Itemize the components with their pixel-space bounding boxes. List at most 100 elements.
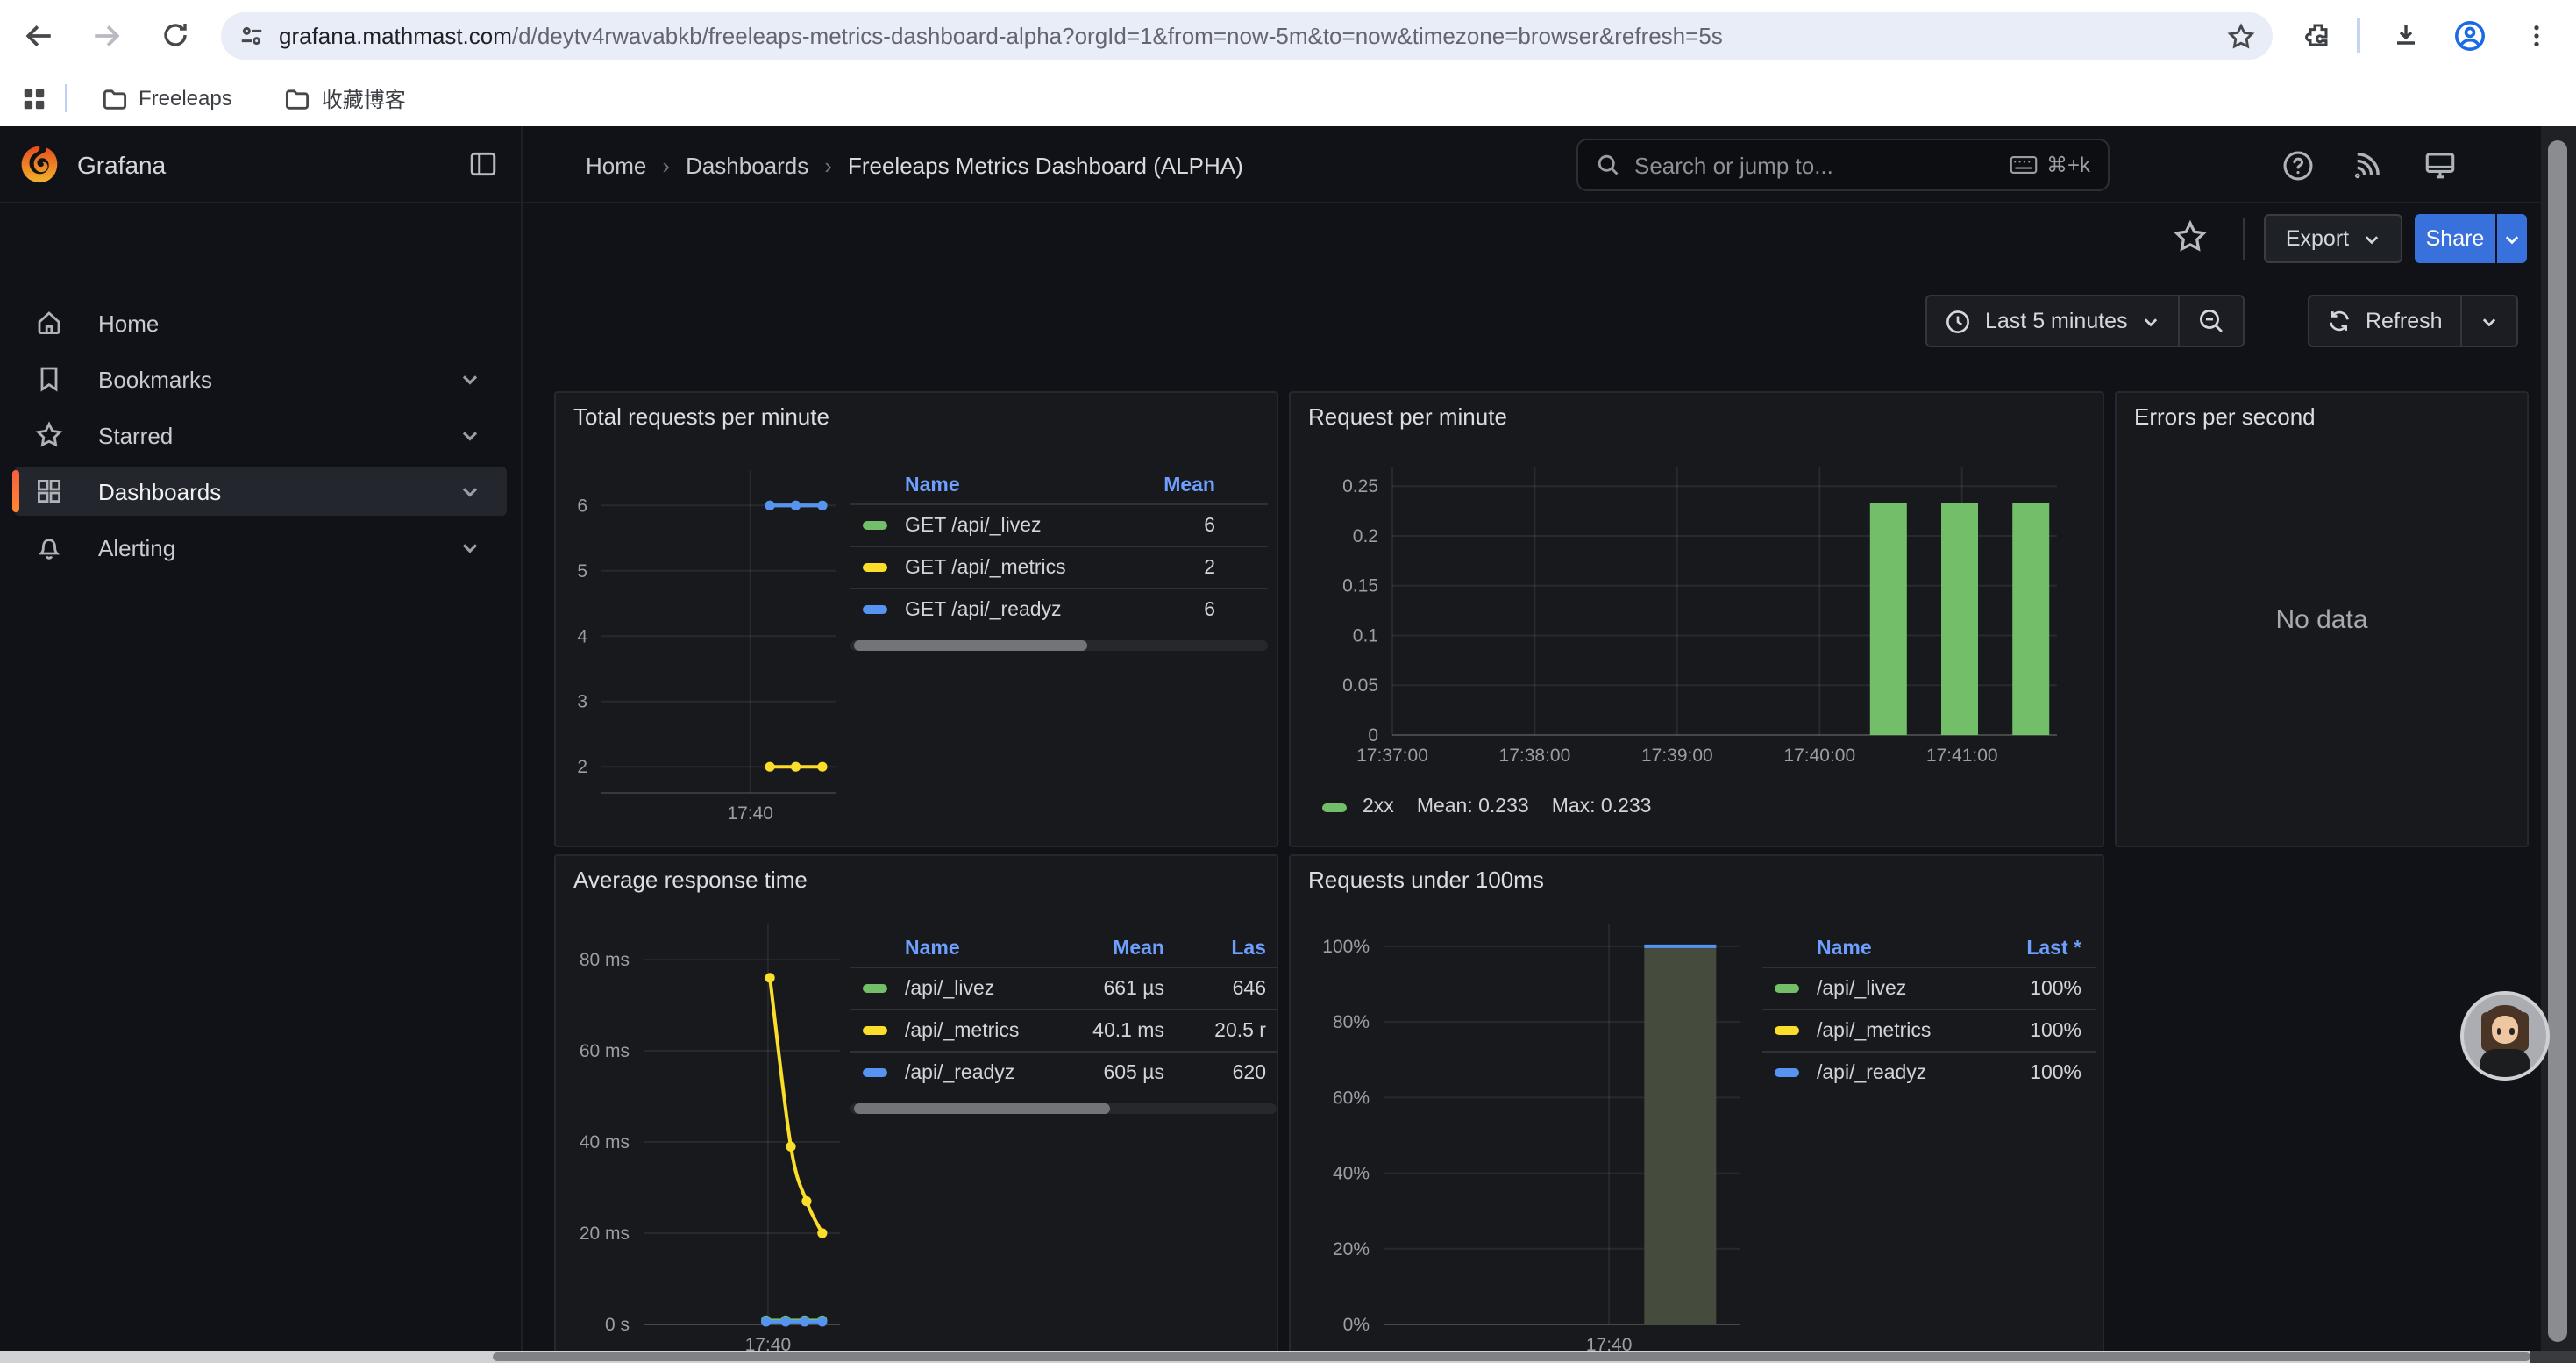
menu-kebab-icon[interactable] — [2515, 14, 2557, 56]
chevron-down-icon[interactable] — [458, 535, 482, 560]
dock-menu-icon[interactable] — [468, 149, 498, 179]
legend-scrollbar-thumb[interactable] — [854, 1103, 1110, 1114]
sidebar-item-home[interactable]: Home — [14, 298, 507, 347]
chevron-down-icon — [2502, 229, 2522, 248]
legend-series-pill — [863, 1026, 887, 1035]
bookmark-star-icon[interactable] — [2227, 22, 2255, 50]
legend-row[interactable]: /api/_livez661 µs646 — [850, 967, 1277, 1009]
share-menu-caret[interactable] — [2497, 214, 2527, 263]
legend-series-name[interactable]: /api/_metrics — [1817, 1020, 1973, 1041]
legend-col-mean[interactable]: Mean — [1110, 475, 1215, 496]
dashboard-actions-row: Export Share — [523, 203, 2576, 274]
sidebar-item-alerting[interactable]: Alerting — [14, 523, 507, 572]
time-range-picker[interactable]: Last 5 minutes — [1927, 296, 2179, 346]
legend-row[interactable]: /api/_readyz100% — [1762, 1051, 2096, 1093]
legend-series-name[interactable]: /api/_livez — [905, 978, 1078, 999]
svg-text:0: 0 — [1368, 725, 1378, 746]
favorite-star-icon[interactable] — [2173, 219, 2211, 258]
legend-series-name[interactable]: GET /api/_readyz — [905, 599, 1110, 620]
grafana-logo-icon[interactable] — [19, 144, 60, 184]
legend-series-name[interactable]: /api/_livez — [1817, 978, 1973, 999]
svg-text:20%: 20% — [1333, 1239, 1370, 1260]
bookmark-folder-blogs[interactable]: 收藏博客 — [271, 78, 420, 118]
legend-value: 661 µs — [1078, 978, 1164, 999]
legend-scrollbar-thumb[interactable] — [854, 640, 1087, 651]
legend-series-pill — [1775, 984, 1799, 993]
breadcrumb-home[interactable]: Home — [586, 152, 646, 178]
svg-text:60%: 60% — [1333, 1088, 1370, 1108]
legend-col-mean[interactable]: Mean — [1078, 938, 1164, 959]
legend-scrollbar-track[interactable] — [850, 1103, 1277, 1114]
news-rss-icon[interactable] — [2348, 146, 2387, 184]
forward-icon[interactable] — [84, 14, 126, 56]
search-input[interactable]: Search or jump to... ⌘+k — [1576, 139, 2110, 191]
floating-avatar[interactable] — [2460, 991, 2550, 1081]
brand-name[interactable]: Grafana — [77, 150, 468, 178]
legend-col-last[interactable]: Last * — [1973, 938, 2081, 959]
legend-scrollbar-track[interactable] — [850, 640, 1268, 651]
legend-header: NameMeanLas — [850, 930, 1277, 967]
reload-icon[interactable] — [154, 14, 196, 56]
legend-col-name[interactable]: Name — [1817, 938, 1973, 959]
svg-text:17:37:00: 17:37:00 — [1356, 746, 1428, 766]
request-per-minute-chart-canvas[interactable]: 00.050.10.150.20.2517:37:0017:38:0017:39… — [1291, 393, 2103, 846]
legend-series-name[interactable]: /api/_readyz — [1817, 1062, 1973, 1083]
sidebar-item-bookmarks[interactable]: Bookmarks — [14, 354, 507, 403]
bookmark-icon — [35, 365, 63, 393]
legend-value: 6 — [1110, 599, 1215, 620]
refresh-interval-caret[interactable] — [2462, 296, 2516, 346]
legend-col-name[interactable]: Name — [905, 938, 1078, 959]
share-button[interactable]: Share — [2415, 214, 2495, 263]
chart-svg: 00.050.10.150.20.2517:37:0017:38:0017:39… — [1291, 393, 2103, 846]
legend-col-name[interactable]: Name — [905, 475, 1110, 496]
chevron-down-icon[interactable] — [458, 423, 482, 447]
legend-row[interactable]: GET /api/_readyz6 — [850, 588, 1268, 630]
horizontal-scrollbar-thumb[interactable] — [493, 1352, 2530, 1361]
legend-row[interactable]: /api/_metrics100% — [1762, 1009, 2096, 1051]
breadcrumb-dashboards[interactable]: Dashboards — [686, 152, 808, 178]
legend-series-name[interactable]: GET /api/_metrics — [905, 557, 1110, 578]
legend-col-las[interactable]: Las — [1164, 938, 1266, 959]
svg-text:17:40:00: 17:40:00 — [1783, 746, 1855, 766]
extensions-icon[interactable] — [2297, 14, 2339, 56]
profile-icon[interactable] — [2448, 14, 2490, 56]
help-icon[interactable] — [2278, 146, 2316, 184]
sidebar-item-dashboards[interactable]: Dashboards — [14, 467, 507, 516]
zoom-out-button[interactable] — [2181, 296, 2244, 346]
refresh-button[interactable]: Refresh — [2309, 296, 2460, 346]
svg-text:3: 3 — [577, 692, 587, 712]
legend-row[interactable]: /api/_metrics40.1 ms20.5 r — [850, 1009, 1277, 1051]
sidebar-item-starred[interactable]: Starred — [14, 410, 507, 460]
svg-text:0%: 0% — [1343, 1315, 1370, 1335]
monitor-icon[interactable] — [2420, 146, 2459, 184]
legend-stat: Mean: 0.233 — [1417, 796, 1529, 817]
download-icon[interactable] — [2385, 14, 2427, 56]
refresh-controls-group: Refresh — [2308, 295, 2518, 347]
legend-series-pill — [863, 563, 887, 572]
chevron-down-icon[interactable] — [458, 367, 482, 391]
chevron-right-icon: › — [662, 152, 670, 178]
bookmarks-divider — [65, 84, 67, 112]
chevron-down-icon[interactable] — [458, 479, 482, 503]
series-2xx — [1870, 503, 2049, 735]
no-data-message: No data — [2117, 393, 2527, 846]
legend-series-name[interactable]: /api/_metrics — [905, 1020, 1078, 1041]
legend-series-name[interactable]: 2xx — [1363, 796, 1394, 817]
legend-row[interactable]: /api/_readyz605 µs620 — [850, 1051, 1277, 1093]
legend-row[interactable]: GET /api/_livez6 — [850, 503, 1268, 546]
chevron-right-icon: › — [824, 152, 832, 178]
svg-text:40 ms: 40 ms — [580, 1132, 630, 1152]
vertical-scrollbar-thumb[interactable] — [2548, 140, 2567, 1342]
legend-row[interactable]: /api/_livez100% — [1762, 967, 2096, 1009]
export-button[interactable]: Export — [2264, 214, 2402, 263]
legend-series-name[interactable]: GET /api/_livez — [905, 515, 1110, 536]
apps-grid-icon[interactable] — [21, 85, 47, 111]
svg-text:17:41:00: 17:41:00 — [1926, 746, 1998, 766]
back-icon[interactable] — [18, 14, 60, 56]
url-bar[interactable]: grafana.mathmast.com/d/deytv4rwavabkb/fr… — [221, 12, 2273, 60]
legend-value: 100% — [1973, 1020, 2081, 1041]
bookmark-folder-freeleaps[interactable]: Freeleaps — [88, 80, 246, 117]
legend-row[interactable]: GET /api/_metrics2 — [850, 546, 1268, 588]
site-settings-icon[interactable] — [238, 23, 265, 49]
legend-series-name[interactable]: /api/_readyz — [905, 1062, 1078, 1083]
